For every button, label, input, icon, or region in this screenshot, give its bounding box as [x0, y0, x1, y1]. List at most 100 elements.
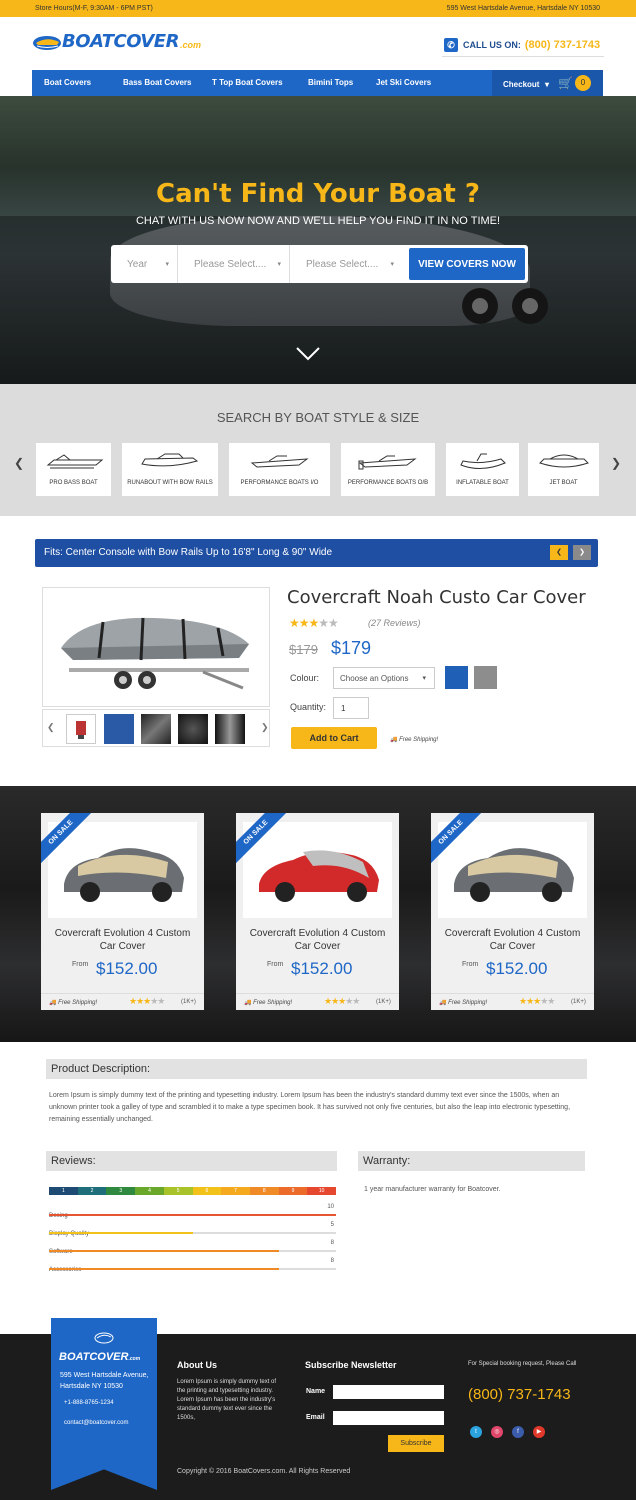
nav-bimini-tops[interactable]: Bimini Tops: [308, 78, 353, 87]
youtube-icon[interactable]: ▶: [533, 1426, 545, 1438]
free-shipping-note: 🚚 Free Shipping!: [244, 1000, 293, 1006]
checkout-label: Checkout: [503, 80, 540, 89]
about-title: About Us: [177, 1360, 217, 1370]
style-card-pro-bass-boat[interactable]: PRO BASS BOAT: [36, 443, 111, 496]
chevron-left-icon[interactable]: ❮: [47, 722, 55, 733]
review-bar: [49, 1268, 336, 1270]
hero-content: Can't Find Your Boat ? CHAT WITH US NOW …: [0, 96, 636, 384]
deal-name[interactable]: Covercraft Evolution 4 Custom Car Cover: [439, 927, 586, 953]
style-card-performance-ob[interactable]: PERFORMANCE BOATS O/B: [341, 443, 435, 496]
call-label: CALL US ON:: [463, 40, 521, 50]
cart-count-badge: 0: [575, 75, 591, 91]
thumbnail-1[interactable]: [66, 714, 96, 744]
footer-email[interactable]: contact@boatcover.com: [64, 1420, 128, 1426]
review-count[interactable]: (27 Reviews): [368, 618, 421, 628]
quantity-input[interactable]: 1: [333, 697, 369, 719]
review-bar-fill: [49, 1232, 193, 1234]
free-shipping-note: 🚚 Free Shipping!: [49, 1000, 98, 1006]
review-bar: [49, 1214, 336, 1216]
nav-bass-boat-covers[interactable]: Bass Boat Covers: [123, 78, 191, 87]
boat-search-bar: Year ▾ Please Select.... ▾ Please Select..…: [111, 245, 528, 283]
deal-from-label: From: [267, 961, 284, 968]
pro-bass-boat-icon: [46, 454, 103, 469]
header-phone: (800) 737-1743: [524, 39, 601, 51]
thumbnail-5[interactable]: [215, 714, 245, 744]
chevron-right-icon[interactable]: ❯: [611, 456, 621, 470]
store-hours: Store Hours(M-F, 9:30AM - 6PM PST): [35, 5, 153, 12]
style-card-inflatable[interactable]: INFLATABLE BOAT: [446, 443, 519, 496]
quantity-label: Quantity:: [290, 702, 327, 712]
footer-logo[interactable]: BOATCOVER.com: [59, 1351, 140, 1363]
site-logo[interactable]: BOATCOVER .com: [32, 31, 201, 52]
nav-boat-covers[interactable]: Boat Covers: [44, 78, 91, 87]
warranty-header: Warranty:: [358, 1151, 585, 1171]
style-card-jet-boat[interactable]: JET BOAT: [528, 443, 599, 496]
footer-big-phone: (800) 737-1743: [468, 1386, 571, 1403]
boat-logo-icon: [94, 1332, 114, 1344]
swatch-gray[interactable]: [474, 666, 497, 689]
boat-logo-icon: [33, 35, 61, 50]
car-cover-image: [48, 822, 197, 918]
colour-select[interactable]: Choose an Options ▾: [333, 667, 435, 689]
thumbnail-strip: ❮ ❯: [42, 709, 270, 747]
call-us[interactable]: ✆ CALL US ON: (800) 737-1743: [444, 35, 600, 55]
model-select[interactable]: Please Select.... ▾: [290, 245, 402, 283]
footer-badge: BOATCOVER.com 595 West Hartsdale Avenue,…: [51, 1318, 157, 1490]
deal-rating: ★★★★★: [324, 996, 360, 1006]
view-covers-button[interactable]: VIEW COVERS NOW: [409, 248, 525, 280]
year-select[interactable]: Year ▾: [111, 245, 178, 283]
store-address: 595 West Hartsdale Avenue, Hartsdale NY …: [446, 5, 600, 12]
copyright: Copyright © 2016 BoatCovers.com. All Rig…: [177, 1468, 351, 1475]
scroll-down-icon[interactable]: [295, 346, 321, 362]
chevron-down-icon: ▾: [422, 675, 426, 682]
style-card-runabout[interactable]: RUNABOUT WITH BOW RAILS: [122, 443, 218, 496]
dribbble-icon[interactable]: ◎: [491, 1426, 503, 1438]
thumbnail-4[interactable]: [178, 714, 208, 744]
facebook-icon[interactable]: f: [512, 1426, 524, 1438]
reviews-header: Reviews:: [46, 1151, 337, 1171]
deal-name[interactable]: Covercraft Evolution 4 Custom Car Cover: [49, 927, 196, 953]
review-value: 8: [330, 1240, 334, 1246]
thumbnail-2[interactable]: [104, 714, 134, 744]
star-filled-icon: ★★★: [289, 616, 319, 630]
chevron-right-icon[interactable]: ❯: [573, 545, 591, 560]
hero-title: Can't Find Your Boat ?: [156, 179, 480, 209]
subscribe-button[interactable]: Subscribe: [388, 1435, 444, 1452]
review-bar-fill: [49, 1268, 279, 1270]
make-select[interactable]: Please Select.... ▾: [178, 245, 290, 283]
review-row: Software 8: [49, 1240, 336, 1258]
product-main-image[interactable]: [42, 587, 270, 707]
deal-footer: 🚚 Free Shipping! ★★★★★ (1K+): [41, 993, 204, 1010]
twitter-icon[interactable]: t: [470, 1426, 482, 1438]
checkout-button[interactable]: Checkout ▾ 🛒 0: [492, 70, 603, 96]
colour-label: Colour:: [290, 673, 320, 683]
add-to-cart-button[interactable]: Add to Cart: [291, 727, 377, 749]
deal-card[interactable]: ON SALE Covercraft Evolution 4 Custom Ca…: [236, 813, 399, 1010]
newsletter-email-input[interactable]: [333, 1411, 444, 1425]
jet-boat-icon: [538, 454, 589, 468]
chevron-left-icon[interactable]: ❮: [550, 545, 568, 560]
deal-card[interactable]: ON SALE Covercraft Evolution 4 Custom Ca…: [41, 813, 204, 1010]
deal-footer: 🚚 Free Shipping! ★★★★★ (1K+): [431, 993, 594, 1010]
rating-scale: 1 2 3 4 5 6 7 8 9 10: [49, 1187, 337, 1195]
warranty-text: 1 year manufacturer warranty for Boatcov…: [364, 1186, 501, 1193]
thumbnail-3[interactable]: [141, 714, 171, 744]
deals-section: ON SALE Covercraft Evolution 4 Custom Ca…: [0, 786, 636, 1042]
header: BOATCOVER .com ✆ CALL US ON: (800) 737-1…: [0, 17, 636, 70]
nav-t-top-boat-covers[interactable]: T Top Boat Covers: [212, 78, 283, 87]
chevron-down-icon: ▾: [277, 261, 281, 268]
product-title: Covercraft Noah Custo Car Cover: [287, 587, 586, 608]
cart-icon[interactable]: 🛒: [558, 76, 573, 90]
chevron-right-icon[interactable]: ❯: [261, 722, 269, 733]
review-row: Display Quality 5: [49, 1222, 336, 1240]
newsletter-name-input[interactable]: [333, 1385, 444, 1399]
swatch-blue[interactable]: [445, 666, 468, 689]
nav-jet-ski-covers[interactable]: Jet Ski Covers: [376, 78, 431, 87]
chevron-left-icon[interactable]: ❮: [14, 456, 24, 470]
deal-name[interactable]: Covercraft Evolution 4 Custom Car Cover: [244, 927, 391, 953]
style-card-performance-io[interactable]: PERFORMANCE BOATS I/O: [229, 443, 330, 496]
deal-card[interactable]: ON SALE Covercraft Evolution 4 Custom Ca…: [431, 813, 594, 1010]
review-value: 5: [330, 1222, 334, 1228]
free-shipping-note: 🚚 Free Shipping!: [439, 1000, 488, 1006]
old-price: $179: [289, 642, 318, 657]
